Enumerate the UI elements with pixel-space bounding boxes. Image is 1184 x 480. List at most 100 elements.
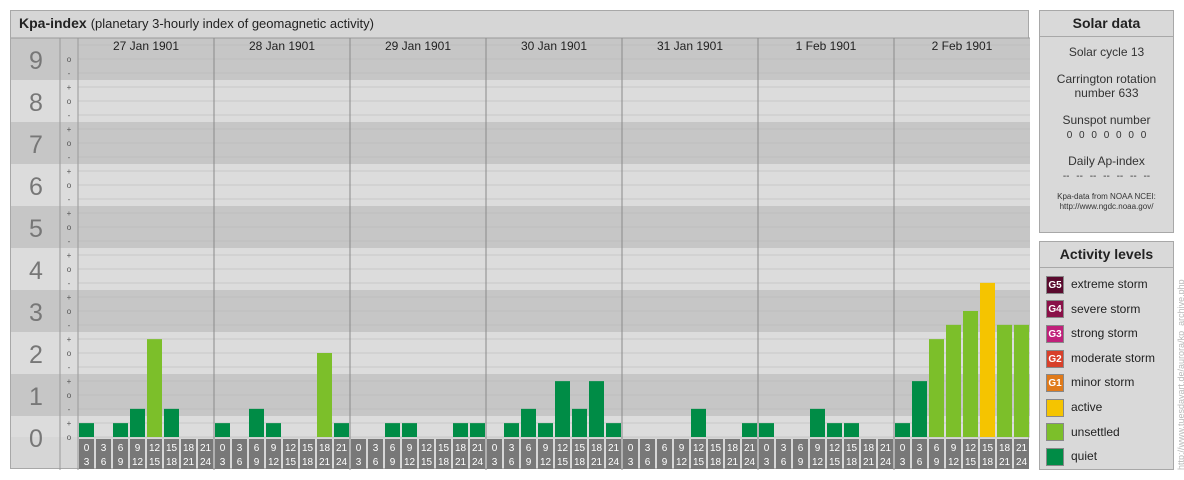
interval-start-label: 9 [543, 443, 549, 454]
interval-start-label: 21 [608, 443, 620, 454]
interval-start-label: 18 [455, 443, 467, 454]
interval-start-label: 3 [645, 443, 651, 454]
interval-start-label: 3 [917, 443, 923, 454]
y-minor-label: - [68, 195, 71, 204]
y-tick-label: 4 [29, 257, 43, 285]
interval-end-label: 12 [540, 457, 552, 468]
kp-bar [912, 381, 927, 437]
interval-end-label: 6 [509, 457, 515, 468]
kp-bar [538, 423, 553, 437]
interval-end-label: 15 [421, 457, 433, 468]
interval-start-label: 12 [965, 443, 977, 454]
y-minor-label: - [68, 111, 71, 120]
y-minor-label: + [67, 293, 72, 302]
interval-start-label: 6 [526, 443, 532, 454]
interval-end-label: 9 [934, 457, 940, 468]
interval-end-label: 21 [727, 457, 739, 468]
interval-end-label: 24 [1016, 457, 1028, 468]
y-minor-label: + [67, 251, 72, 260]
activity-levels-panel: Activity levels G5 extreme storm G4 severe … [1039, 241, 1174, 470]
interval-start-label: 6 [118, 443, 124, 454]
interval-end-label: 6 [781, 457, 787, 468]
interval-start-label: 0 [84, 443, 90, 454]
level-swatch: G1 [1046, 374, 1064, 393]
kp-bar [317, 353, 332, 437]
kp-bar [895, 423, 910, 437]
interval-end-label: 6 [917, 457, 923, 468]
interval-end-label: 6 [101, 457, 107, 468]
kp-bar [980, 282, 995, 437]
interval-end-label: 18 [438, 457, 450, 468]
interval-start-label: 0 [628, 443, 634, 454]
interval-end-label: 24 [744, 457, 756, 468]
interval-end-label: 15 [557, 457, 569, 468]
kp-bar [453, 423, 468, 437]
interval-end-label: 21 [591, 457, 603, 468]
y-minor-label: - [68, 69, 71, 78]
interval-start-label: 0 [900, 443, 906, 454]
y-minor-label: - [68, 153, 71, 162]
level-swatch [1046, 448, 1064, 467]
interval-end-label: 6 [237, 457, 243, 468]
kp-bar [130, 408, 145, 437]
activity-levels-title: Activity levels [1040, 242, 1173, 268]
kp-bar [1014, 324, 1029, 437]
kp-bar [79, 423, 94, 437]
level-swatch [1046, 423, 1064, 442]
interval-start-label: 9 [679, 443, 685, 454]
level-swatch: G3 [1046, 325, 1064, 344]
interval-start-label: 15 [846, 443, 858, 454]
interval-start-label: 12 [829, 443, 841, 454]
interval-end-label: 12 [812, 457, 824, 468]
interval-start-label: 21 [200, 443, 212, 454]
solar-data-title: Solar data [1040, 11, 1173, 37]
interval-end-label: 15 [829, 457, 841, 468]
kp-bar [215, 423, 230, 437]
solar-cycle: Solar cycle 13 [1068, 45, 1145, 59]
kp-bar [555, 381, 570, 437]
interval-end-label: 18 [846, 457, 858, 468]
activity-level-item: unsettled [1046, 422, 1120, 442]
y-minor-label: + [67, 419, 72, 428]
interval-start-label: 0 [356, 443, 362, 454]
interval-end-label: 12 [132, 457, 144, 468]
interval-end-label: 9 [118, 457, 124, 468]
y-tick-label: 8 [29, 89, 43, 117]
interval-end-label: 3 [492, 457, 498, 468]
interval-start-label: 15 [166, 443, 178, 454]
interval-end-label: 12 [676, 457, 688, 468]
kp-bar [589, 381, 604, 437]
interval-end-label: 9 [526, 457, 532, 468]
level-label: strong storm [1071, 326, 1138, 341]
kp-bar [249, 408, 264, 437]
interval-start-label: 18 [863, 443, 875, 454]
carrington-line-2: number 633 [1074, 86, 1139, 100]
ap-values: -- -- -- -- -- -- -- [1062, 171, 1151, 182]
day-label: 27 Jan 1901 [113, 39, 179, 53]
y-minor-label: + [67, 83, 72, 92]
kp-bar [759, 423, 774, 437]
activity-level-item: active [1046, 397, 1102, 417]
sunspot-title: Sunspot number [1062, 113, 1151, 127]
interval-start-label: 3 [373, 443, 379, 454]
day-label: 28 Jan 1901 [249, 39, 315, 53]
y-minor-label: o [67, 391, 72, 400]
y-minor-label: o [67, 223, 72, 232]
kp-bar [810, 408, 825, 437]
kp-bar [742, 423, 757, 437]
y-minor-label: + [67, 377, 72, 386]
activity-level-item: G3 strong storm [1046, 323, 1138, 344]
interval-end-label: 21 [319, 457, 331, 468]
kp-bar [963, 311, 978, 437]
interval-end-label: 24 [472, 457, 484, 468]
interval-start-label: 12 [285, 443, 297, 454]
y-tick-label: 2 [29, 341, 43, 369]
interval-start-label: 6 [254, 443, 260, 454]
y-minor-label: - [68, 363, 71, 372]
credit-line-2: http://www.ngdc.noaa.gov/ [1059, 202, 1154, 211]
day-label: 29 Jan 1901 [385, 39, 451, 53]
interval-start-label: 18 [591, 443, 603, 454]
interval-start-label: 15 [438, 443, 450, 454]
interval-start-label: 9 [951, 443, 957, 454]
interval-end-label: 21 [455, 457, 467, 468]
